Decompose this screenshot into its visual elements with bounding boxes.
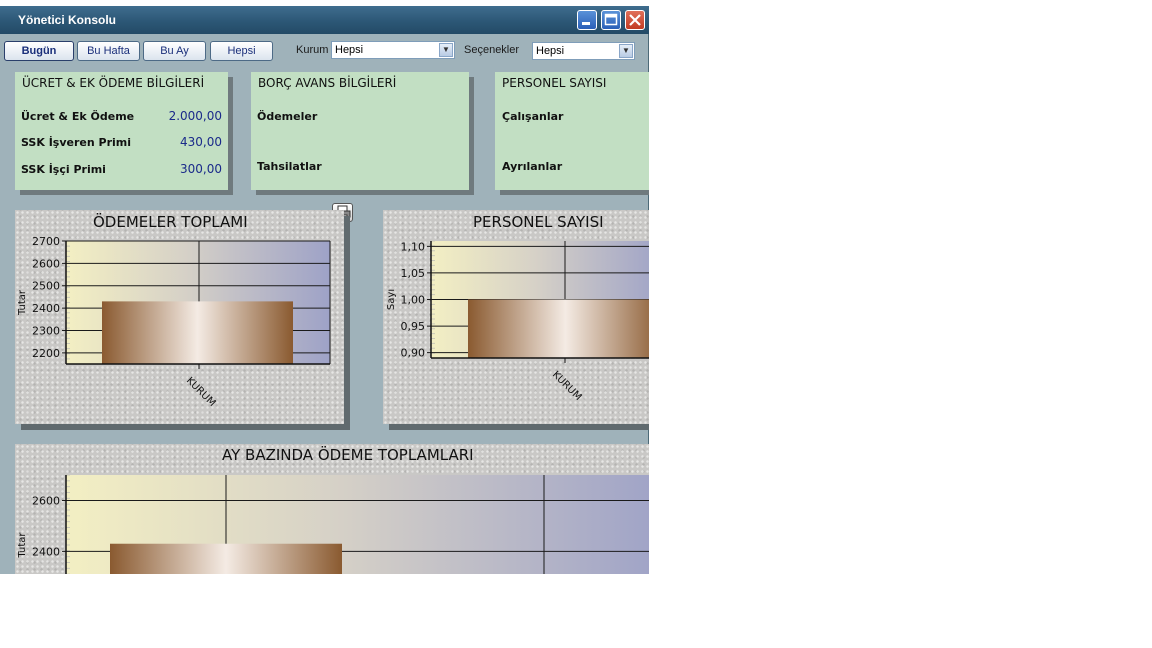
ssk-isci-row-label: SSK İşçi Primi — [21, 163, 106, 176]
y-tick-label: 2600 — [32, 494, 60, 507]
chart-card-odemeler: ÖDEMELER TOPLAMI 2200 2300 2400 2500 2600 270… — [15, 210, 344, 424]
filter-toolbar: Bugün Bu Hafta Bu Ay Hepsi Kurum Hepsi ▼… — [0, 34, 649, 68]
personel-panel-title: PERSONEL SAYISI — [502, 76, 607, 90]
ucret-row-label: Ücret & Ek Ödeme — [21, 110, 135, 123]
calisanlar-row-label: Çalışanlar — [502, 110, 564, 123]
filter-all-button[interactable]: Hepsi — [210, 41, 273, 61]
y-tick-label: 2700 — [32, 235, 60, 248]
kurum-select-value: Hepsi — [335, 44, 364, 56]
y-tick-label: 2600 — [32, 257, 60, 270]
minimize-icon — [582, 22, 590, 25]
y-tick-label: 2300 — [32, 324, 60, 337]
filter-today-button[interactable]: Bugün — [4, 41, 74, 61]
secenekler-select-value: Hepsi — [536, 45, 565, 57]
window-title: Yönetici Konsolu — [18, 13, 117, 27]
filter-this-week-button[interactable]: Bu Hafta — [77, 41, 140, 61]
kurum-select[interactable]: Hepsi ▼ — [331, 41, 455, 59]
bar — [102, 301, 293, 364]
minimize-button[interactable] — [577, 10, 597, 30]
x-tick-label: KURUM — [184, 375, 218, 409]
ssk-isveren-row-label: SSK İşveren Primi — [21, 136, 132, 149]
y-tick-label: 2500 — [32, 280, 60, 293]
secenekler-select[interactable]: Hepsi ▼ — [532, 42, 635, 60]
ucret-panel-title: ÜCRET & EK ÖDEME BİLGİLERİ — [22, 76, 205, 90]
odemeler-chart: 2200 2300 2400 2500 2600 2700 Tutar KURUM — [17, 235, 331, 409]
y-axis-label: Tutar — [17, 532, 28, 559]
y-tick-label: 2200 — [32, 347, 60, 360]
y-tick-label: 1,05 — [401, 267, 426, 280]
y-tick-label: 1,00 — [401, 294, 426, 307]
close-icon — [629, 14, 641, 26]
maximize-icon — [604, 13, 618, 26]
kurum-label: Kurum — [296, 44, 329, 56]
bar — [110, 543, 342, 574]
ssk-isci-row-value: 300,00 — [180, 162, 222, 176]
ucret-row-value: 2.000,00 — [168, 109, 222, 123]
y-tick-label: 0,95 — [401, 320, 426, 333]
ay-bazinda-chart: 220024002600Tutar — [17, 474, 649, 574]
ayrilanlar-row-label: Ayrılanlar — [502, 160, 563, 173]
chart-card-ay-bazinda: AY BAZINDA ÖDEME TOPLAMLARI 220024002600… — [15, 444, 649, 574]
ucret-panel: ÜCRET & EK ÖDEME BİLGİLERİ Ücret & Ek Öd… — [15, 72, 228, 190]
y-tick-label: 2400 — [32, 545, 60, 558]
title-bar[interactable]: Yönetici Konsolu — [0, 6, 649, 34]
borc-panel-title: BORÇ AVANS BİLGİLERİ — [258, 76, 397, 90]
odemeler-row-label: Ödemeler — [257, 110, 318, 123]
y-tick-label: 0,90 — [401, 347, 426, 360]
y-axis-label: Tutar — [17, 289, 28, 316]
chart-card-personel: PERSONEL SAYISI 0,90 0,95 1,00 1,05 1,10 Sayı… — [383, 210, 649, 424]
filter-this-month-button[interactable]: Bu Ay — [143, 41, 206, 61]
personel-panel: PERSONEL SAYISI Çalışanlar Ayrılanlar — [495, 72, 649, 190]
borc-panel: BORÇ AVANS BİLGİLERİ Ödemeler Tahsilatla… — [251, 72, 469, 190]
close-button[interactable] — [625, 10, 645, 30]
maximize-button[interactable] — [601, 10, 621, 30]
ssk-isveren-row-value: 430,00 — [180, 135, 222, 149]
personel-chart: 0,90 0,95 1,00 1,05 1,10 Sayı KURUM — [386, 240, 649, 403]
y-tick-label: 2400 — [32, 302, 60, 315]
chevron-down-icon[interactable]: ▼ — [439, 43, 453, 57]
app-window: Yönetici Konsolu Bugün Bu Hafta Bu Ay He… — [0, 6, 649, 574]
y-tick-label: 1,10 — [401, 240, 426, 253]
tahsilatlar-row-label: Tahsilatlar — [257, 160, 322, 173]
y-axis-label: Sayı — [386, 289, 397, 310]
secenekler-label: Seçenekler — [464, 44, 520, 56]
bar — [468, 299, 649, 358]
chevron-down-icon[interactable]: ▼ — [619, 44, 633, 58]
x-tick-label: KURUM — [550, 369, 584, 403]
